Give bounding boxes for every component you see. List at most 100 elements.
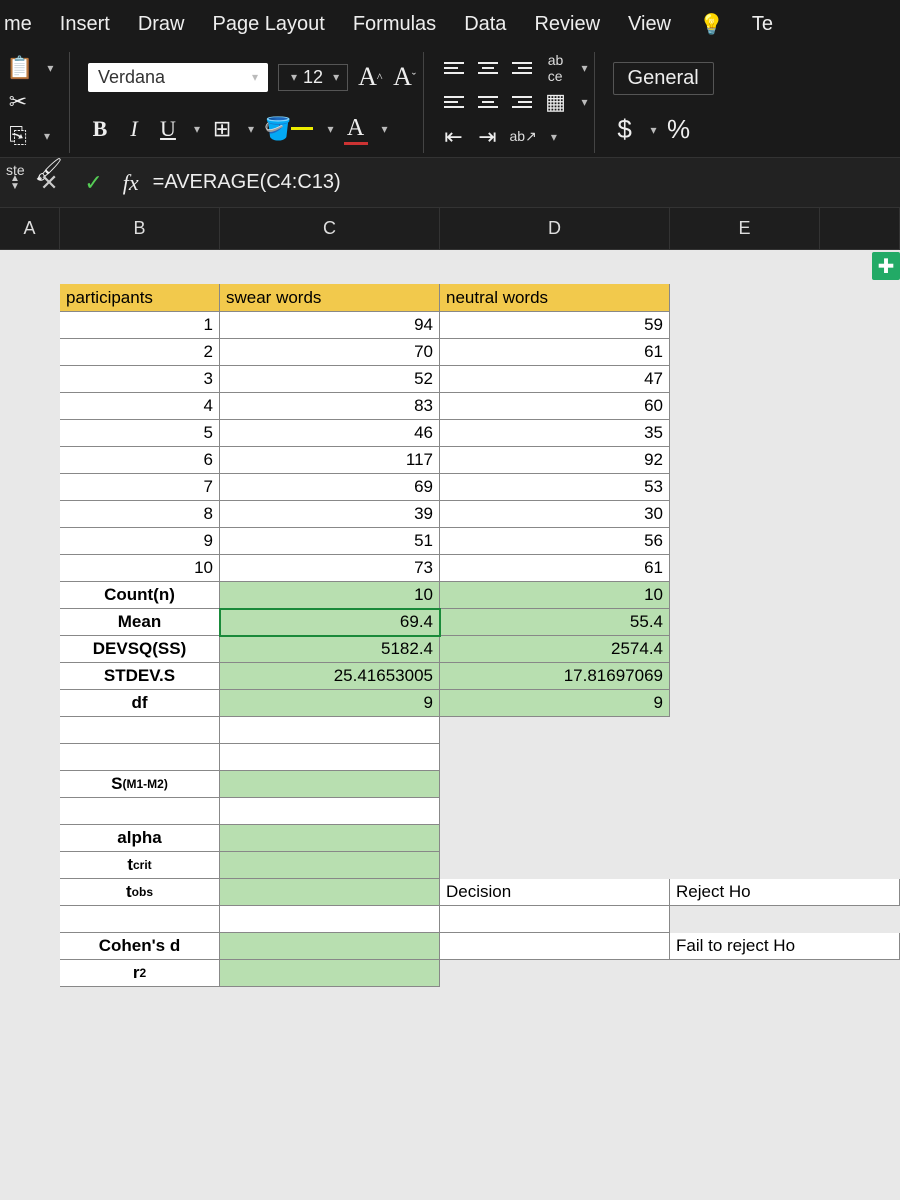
align-right-icon[interactable] bbox=[510, 88, 534, 116]
sm1m2-value[interactable] bbox=[220, 771, 440, 798]
neutral-value[interactable]: 35 bbox=[440, 420, 670, 447]
neutral-value[interactable]: 61 bbox=[440, 555, 670, 582]
swear-value[interactable]: 39 bbox=[220, 501, 440, 528]
cohen-value[interactable] bbox=[220, 933, 440, 960]
label-decision[interactable]: Decision bbox=[440, 879, 670, 906]
chevron-down-icon[interactable]: ▾ bbox=[651, 123, 657, 137]
chevron-down-icon[interactable]: ▾ bbox=[582, 61, 588, 75]
swear-value[interactable]: 73 bbox=[220, 555, 440, 582]
participant-id[interactable]: 8 bbox=[60, 501, 220, 528]
participant-id[interactable]: 6 bbox=[60, 447, 220, 474]
col-header-d[interactable]: D bbox=[440, 208, 670, 249]
chevron-down-icon[interactable]: ▾ bbox=[382, 122, 388, 136]
participant-id[interactable]: 10 bbox=[60, 555, 220, 582]
alpha-value[interactable] bbox=[220, 825, 440, 852]
fail-reject-ho[interactable]: Fail to reject Ho bbox=[670, 933, 900, 960]
label-tcrit[interactable]: tcrit bbox=[60, 852, 220, 879]
align-center-icon[interactable] bbox=[476, 88, 500, 116]
label-mean[interactable]: Mean bbox=[60, 609, 220, 636]
percent-button[interactable]: % bbox=[667, 116, 691, 144]
neutral-value[interactable]: 30 bbox=[440, 501, 670, 528]
expand-icon[interactable]: ✚ bbox=[872, 252, 900, 280]
chevron-down-icon[interactable]: ▾ bbox=[44, 129, 50, 143]
neutral-value[interactable]: 61 bbox=[440, 339, 670, 366]
label-r2[interactable]: r2 bbox=[60, 960, 220, 987]
fill-color-button[interactable]: 🪣 bbox=[264, 115, 313, 143]
col-header-b[interactable]: B bbox=[60, 208, 220, 249]
font-size-select[interactable]: ▾ 12 ▾ bbox=[278, 64, 348, 91]
spreadsheet-grid[interactable]: ✚ participants swear words neutral words… bbox=[0, 250, 900, 1200]
tab-formulas[interactable]: Formulas bbox=[353, 13, 436, 36]
font-name-select[interactable]: Verdana ▾ bbox=[88, 63, 268, 92]
header-swear[interactable]: swear words bbox=[220, 284, 440, 312]
copy-icon[interactable]: ⎘ bbox=[6, 122, 30, 150]
neutral-value[interactable]: 59 bbox=[440, 312, 670, 339]
neutral-value[interactable]: 53 bbox=[440, 474, 670, 501]
label-stdev[interactable]: STDEV.S bbox=[60, 663, 220, 690]
participant-id[interactable]: 1 bbox=[60, 312, 220, 339]
align-middle-icon[interactable] bbox=[476, 54, 500, 82]
label-devsq[interactable]: DEVSQ(SS) bbox=[60, 636, 220, 663]
count-swear[interactable]: 10 bbox=[220, 582, 440, 609]
align-left-icon[interactable] bbox=[442, 88, 466, 116]
cell[interactable] bbox=[670, 284, 820, 312]
label-cohen[interactable]: Cohen's d bbox=[60, 933, 220, 960]
underline-button[interactable]: U bbox=[156, 115, 180, 143]
chevron-down-icon[interactable]: ▾ bbox=[248, 122, 254, 136]
swear-value[interactable]: 70 bbox=[220, 339, 440, 366]
lightbulb-icon[interactable]: 💡 bbox=[699, 12, 724, 37]
tab-view[interactable]: View bbox=[628, 13, 671, 36]
decrease-font-icon[interactable]: Aˇ bbox=[393, 63, 417, 91]
participant-id[interactable]: 9 bbox=[60, 528, 220, 555]
col-header-f[interactable] bbox=[820, 208, 900, 249]
devsq-swear[interactable]: 5182.4 bbox=[220, 636, 440, 663]
participant-id[interactable]: 4 bbox=[60, 393, 220, 420]
stdev-swear[interactable]: 25.41653005 bbox=[220, 663, 440, 690]
mean-swear[interactable]: 69.4 bbox=[220, 609, 440, 636]
swear-value[interactable]: 94 bbox=[220, 312, 440, 339]
fx-label[interactable]: fx bbox=[123, 170, 139, 196]
reject-ho[interactable]: Reject Ho bbox=[670, 879, 900, 906]
tab-tell-me[interactable]: Te bbox=[752, 13, 773, 36]
neutral-value[interactable]: 56 bbox=[440, 528, 670, 555]
neutral-value[interactable]: 60 bbox=[440, 393, 670, 420]
increase-font-icon[interactable]: A^ bbox=[358, 63, 382, 91]
font-color-button[interactable]: A bbox=[344, 115, 368, 143]
formula-input[interactable] bbox=[153, 171, 890, 194]
swear-value[interactable]: 83 bbox=[220, 393, 440, 420]
tab-draw[interactable]: Draw bbox=[138, 13, 185, 36]
align-top-icon[interactable] bbox=[442, 54, 466, 82]
participant-id[interactable]: 7 bbox=[60, 474, 220, 501]
swear-value[interactable]: 117 bbox=[220, 447, 440, 474]
header-neutral[interactable]: neutral words bbox=[440, 284, 670, 312]
tcrit-value[interactable] bbox=[220, 852, 440, 879]
italic-button[interactable]: I bbox=[122, 115, 146, 143]
participant-id[interactable]: 5 bbox=[60, 420, 220, 447]
label-sm1m2[interactable]: S(M1-M2) bbox=[60, 771, 220, 798]
devsq-neutral[interactable]: 2574.4 bbox=[440, 636, 670, 663]
swear-value[interactable]: 46 bbox=[220, 420, 440, 447]
participant-id[interactable]: 2 bbox=[60, 339, 220, 366]
label-alpha[interactable]: alpha bbox=[60, 825, 220, 852]
tobs-value[interactable] bbox=[220, 879, 440, 906]
chevron-down-icon[interactable]: ▾ bbox=[582, 95, 588, 109]
chevron-down-icon[interactable]: ▾ bbox=[327, 122, 333, 136]
col-header-a[interactable]: A bbox=[0, 208, 60, 249]
swear-value[interactable]: 52 bbox=[220, 366, 440, 393]
count-neutral[interactable]: 10 bbox=[440, 582, 670, 609]
orientation-button[interactable]: ab↗ bbox=[510, 123, 537, 151]
cancel-formula-icon[interactable]: ✕ bbox=[34, 170, 64, 196]
label-count[interactable]: Count(n) bbox=[60, 582, 220, 609]
neutral-value[interactable]: 92 bbox=[440, 447, 670, 474]
swear-value[interactable]: 69 bbox=[220, 474, 440, 501]
neutral-value[interactable]: 47 bbox=[440, 366, 670, 393]
header-participants[interactable]: participants bbox=[60, 284, 220, 312]
name-box-stepper[interactable]: ▲▼ bbox=[10, 175, 20, 191]
confirm-formula-icon[interactable]: ✓ bbox=[78, 170, 108, 196]
wrap-text-button[interactable]: abce bbox=[544, 54, 568, 82]
swear-value[interactable]: 51 bbox=[220, 528, 440, 555]
participant-id[interactable]: 3 bbox=[60, 366, 220, 393]
cut-icon[interactable]: ✂ bbox=[6, 88, 30, 116]
currency-button[interactable]: $ bbox=[613, 116, 637, 144]
r2-value[interactable] bbox=[220, 960, 440, 987]
